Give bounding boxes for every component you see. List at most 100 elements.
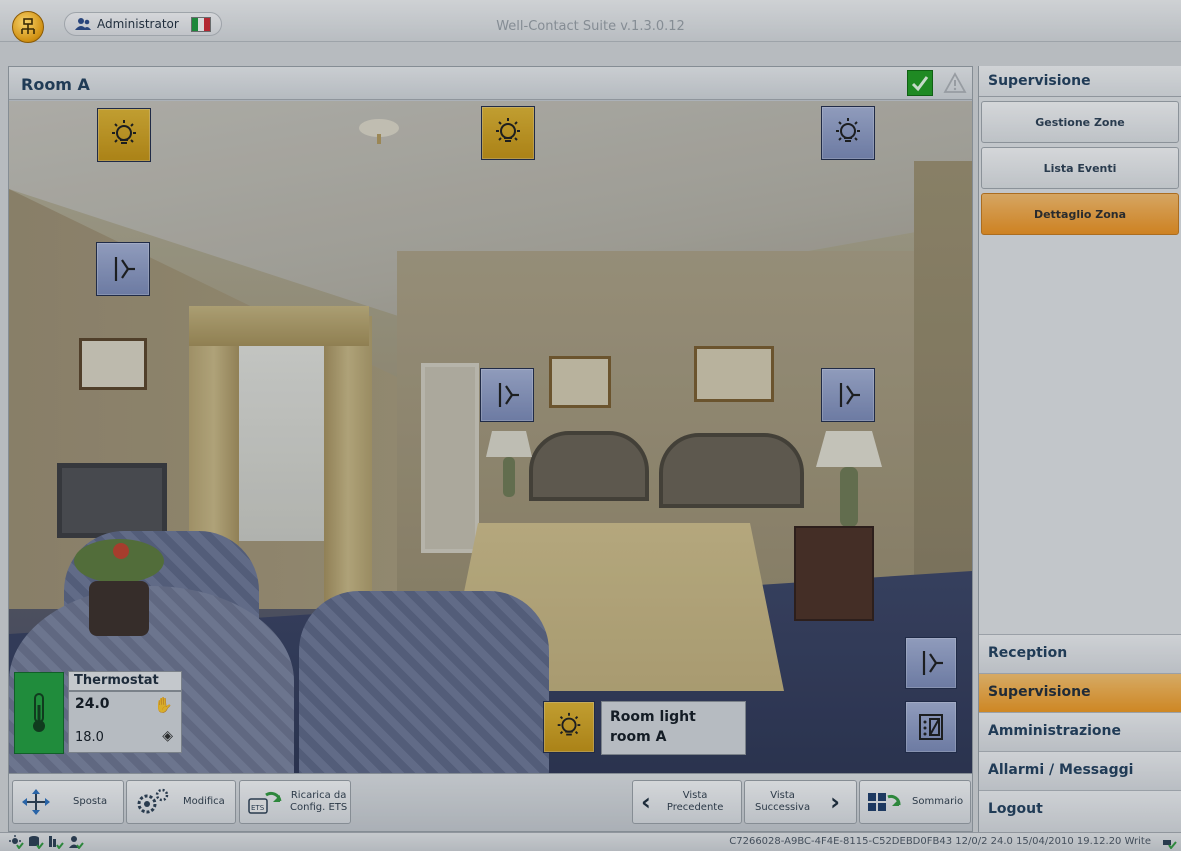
armchair-front [299, 591, 549, 773]
bedside-lamp-left [486, 431, 532, 497]
database-status-icon[interactable] [28, 835, 44, 849]
reload-ets-label-line1: Ricarica da [290, 790, 347, 801]
move-label: Sposta [73, 796, 108, 807]
nav-logout-label: Logout [988, 801, 1043, 817]
nav-reception[interactable]: Reception [979, 634, 1181, 673]
thermostat-values: 24.0 ✋ 18.0 ◈ [68, 691, 182, 753]
chevron-left-icon: ‹ [641, 788, 651, 816]
hand-icon[interactable]: ✋ [154, 696, 173, 714]
room-light-label: Room light room A [601, 701, 746, 755]
warning-icon[interactable] [943, 72, 967, 94]
curtain-pelmet [189, 306, 369, 346]
reload-ets-button[interactable]: ETS Ricarica da Config. ETS [239, 780, 351, 824]
nav-logout[interactable]: Logout [979, 790, 1181, 832]
room-view: Thermostat 24.0 ✋ 18.0 ◈ Room light room… [9, 101, 972, 773]
nav-supervision-label: Supervisione [988, 684, 1091, 700]
previous-view-label: Vista Precedente [667, 790, 723, 814]
nightstand [794, 526, 874, 621]
summary-label: Sommario [912, 796, 964, 807]
switch-icon [922, 651, 943, 675]
season-mode-icon[interactable]: ◈ [162, 728, 173, 744]
nav-reception-label: Reception [988, 645, 1068, 661]
room-light-button[interactable] [543, 701, 595, 753]
light-status-icon[interactable] [8, 835, 24, 849]
nav-alarms-messages[interactable]: Allarmi / Messaggi [979, 751, 1181, 790]
nav-alarms-messages-label: Allarmi / Messaggi [988, 762, 1134, 778]
main-panel: Room A Thermostat 24.0 ✋ 18.0 ◈ Room lig… [8, 66, 973, 832]
light-bulb-on-button[interactable] [97, 108, 151, 162]
thermostat-setpoint: 24.0 [75, 696, 110, 712]
headboard-left [529, 431, 649, 501]
svg-text:ETS: ETS [251, 804, 265, 812]
light-bulb-icon [557, 712, 581, 736]
chevron-right-icon: › [830, 788, 840, 816]
bus-status-icon[interactable] [48, 835, 64, 849]
thermostat-title: Thermostat [68, 671, 182, 691]
switch-button[interactable] [821, 368, 875, 422]
switch-button[interactable] [480, 368, 534, 422]
thermostat-widget[interactable]: Thermostat 24.0 ✋ 18.0 ◈ [14, 669, 184, 754]
bedside-lamp-right [816, 431, 882, 527]
switch-button[interactable] [905, 637, 957, 689]
nav-supervision[interactable]: Supervisione [979, 673, 1181, 712]
wall-picture [549, 356, 611, 408]
connection-ok-icon[interactable] [907, 70, 933, 96]
zone-detail-label: Dettaglio Zona [1033, 207, 1127, 221]
room-wall-right [914, 161, 972, 641]
wall-picture [79, 338, 147, 390]
next-view-label-line1: Vista [770, 790, 795, 801]
curtain-right [324, 316, 372, 636]
nav-administration[interactable]: Amministrazione [979, 712, 1181, 751]
summary-button[interactable]: Sommario [859, 780, 971, 824]
switch-icon [839, 383, 860, 407]
move-arrows-icon [22, 789, 50, 815]
next-view-button[interactable]: Vista Successiva › [744, 780, 857, 824]
room-light-label-line2: room A [610, 729, 667, 745]
next-view-label-line2: Successiva [755, 802, 811, 813]
event-list-label: Lista Eventi [1043, 161, 1117, 175]
user-status-icon[interactable] [68, 835, 84, 849]
room-window [234, 331, 329, 541]
app-logo-icon[interactable] [12, 11, 44, 43]
window-contact-icon [919, 714, 943, 740]
title-bar: Administrator Well-Contact Suite v.1.3.0… [0, 0, 1181, 43]
next-view-label: Vista Successiva [755, 790, 810, 814]
switch-icon [114, 257, 135, 281]
status-bar: C7266028-A9BC-4F4E-8115-C52DEBD0FB43 12/… [0, 832, 1181, 851]
previous-view-label-line1: Vista [682, 790, 708, 801]
thermostat-measured: 18.0 [75, 730, 104, 745]
switch-button[interactable] [96, 242, 150, 296]
bottom-toolbar: Sposta Modifica ETS Ricarica da Config. E… [9, 773, 972, 831]
status-text: C7266028-A9BC-4F4E-8115-C52DEBD0FB43 12/… [729, 836, 1151, 847]
edit-label: Modifica [183, 796, 225, 807]
gears-icon [137, 788, 169, 814]
reload-ets-label: Ricarica da Config. ETS [290, 790, 347, 814]
sidebar: Supervisione Gestione Zone Lista Eventi … [978, 66, 1181, 832]
light-bulb-off-button[interactable] [821, 106, 875, 160]
connection-status-icon[interactable] [1161, 835, 1177, 849]
zone-detail-button[interactable]: Dettaglio Zona [981, 193, 1179, 235]
nav-administration-label: Amministrazione [988, 723, 1121, 739]
room-light-widget[interactable]: Room light room A [543, 701, 746, 755]
reload-ets-icon: ETS [248, 791, 282, 814]
summary-icon [868, 793, 901, 811]
zone-management-label: Gestione Zone [1035, 115, 1125, 129]
thermometer-icon[interactable] [14, 672, 64, 754]
light-bulb-on-button[interactable] [481, 106, 535, 160]
zone-management-button[interactable]: Gestione Zone [981, 101, 1179, 143]
ceiling-lamp [359, 119, 399, 144]
event-list-button[interactable]: Lista Eventi [981, 147, 1179, 189]
wall-picture [694, 346, 774, 402]
move-button[interactable]: Sposta [12, 780, 124, 824]
switch-icon [498, 383, 519, 407]
light-bulb-icon [836, 118, 860, 142]
room-header: Room A [9, 67, 972, 100]
edit-button[interactable]: Modifica [126, 780, 236, 824]
previous-view-button[interactable]: ‹ Vista Precedente [632, 780, 742, 824]
plant [74, 539, 164, 636]
app-title: Well-Contact Suite v.1.3.0.12 [496, 19, 685, 34]
previous-view-label-line2: Precedente [666, 802, 724, 813]
window-contact-button[interactable] [905, 701, 957, 753]
light-bulb-icon [112, 120, 136, 144]
room-light-label-line1: Room light [610, 709, 696, 725]
